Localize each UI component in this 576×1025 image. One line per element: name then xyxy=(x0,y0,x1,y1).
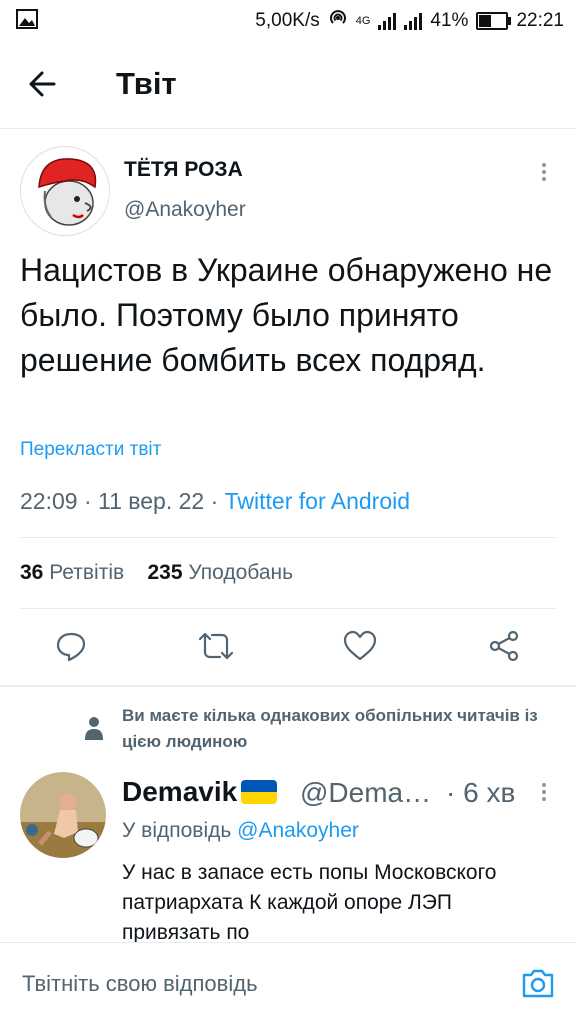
author-avatar[interactable] xyxy=(20,146,110,236)
camera-icon xyxy=(522,969,554,998)
author-handle[interactable]: @Anakoyher xyxy=(124,198,246,222)
like-button[interactable] xyxy=(336,622,384,670)
reply-button[interactable] xyxy=(47,622,95,670)
translate-tweet-link[interactable]: Перекласти твіт xyxy=(20,439,161,461)
tweet-source[interactable]: Twitter for Android xyxy=(225,488,410,514)
person-icon xyxy=(84,716,104,742)
reply-to-line: У відповідь @Anakoyher xyxy=(122,819,359,842)
battery-icon xyxy=(476,12,512,30)
tweet-text: Нацистов в Украине обнаружено не было. П… xyxy=(20,252,553,378)
retweet-count[interactable]: 36 xyxy=(20,561,43,584)
tweet-actions xyxy=(0,622,576,672)
like-label[interactable]: Уподобань xyxy=(188,561,293,584)
hotspot-icon xyxy=(328,8,348,34)
network-type: 4G xyxy=(355,15,371,27)
section-divider xyxy=(0,685,576,687)
compose-bar: Твітніть свою відповідь xyxy=(0,942,576,1025)
share-button[interactable] xyxy=(480,622,528,670)
divider xyxy=(20,537,556,538)
reply-to-mention[interactable]: @Anakoyher xyxy=(237,819,359,842)
tweet-time: 22:09 xyxy=(20,488,78,514)
network-speed: 5,00K/s xyxy=(255,10,320,31)
page-title: Твіт xyxy=(116,66,177,101)
battery-percent: 41% xyxy=(430,10,469,31)
app-header: Твіт xyxy=(0,38,576,129)
social-context: Ви маєте кілька однакових обопільних чит… xyxy=(122,706,538,751)
reply-icon xyxy=(56,632,86,662)
like-icon xyxy=(343,630,377,661)
reply-author-name[interactable]: Demavik xyxy=(122,776,278,808)
reply-compose-input[interactable]: Твітніть свою відповідь xyxy=(22,971,258,997)
like-count[interactable]: 235 xyxy=(148,561,183,584)
reply-author-avatar[interactable] xyxy=(20,772,106,858)
retweet-label[interactable]: Ретвітів xyxy=(49,561,124,584)
retweet-icon xyxy=(198,632,234,660)
tweet-date: 11 вер. 22 xyxy=(98,488,205,514)
tweet-meta: 22:09 · 11 вер. 22 · Twitter for Android xyxy=(20,488,411,514)
gallery-icon xyxy=(16,9,38,35)
more-vertical-icon[interactable] xyxy=(534,160,554,190)
signal-icon-2 xyxy=(404,12,423,30)
reply-author-handle[interactable]: @Dema… xyxy=(300,777,431,809)
clock: 22:21 xyxy=(516,10,564,31)
divider xyxy=(20,608,556,609)
tweet-stats: 36 Ретвітів 235 Уподобань xyxy=(20,561,293,585)
back-arrow-icon xyxy=(29,71,56,97)
reply-time: · 6 хв xyxy=(446,777,516,808)
signal-icon xyxy=(378,12,397,30)
author-name[interactable]: ТЁТЯ РОЗА xyxy=(124,158,243,182)
more-vertical-icon[interactable] xyxy=(534,780,554,810)
back-button[interactable] xyxy=(24,64,64,104)
retweet-button[interactable] xyxy=(192,622,240,670)
share-icon xyxy=(489,630,519,662)
reply-text: У нас в запасе есть попы Московского пат… xyxy=(122,861,497,942)
status-bar: 5,00K/s 4G 41% 22:21 xyxy=(0,0,576,38)
ukraine-flag-emoji xyxy=(241,780,278,804)
camera-button[interactable] xyxy=(520,965,556,1001)
